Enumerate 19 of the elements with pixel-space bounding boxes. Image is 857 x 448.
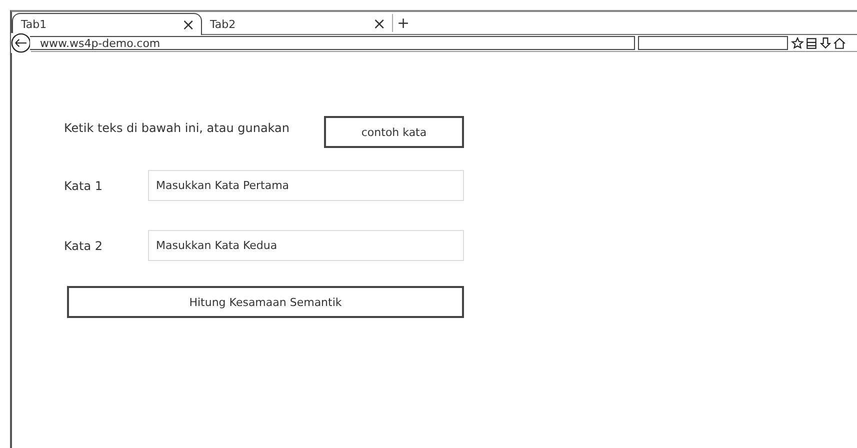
calculate-button[interactable]: Hitung Kesamaan Semantik xyxy=(67,286,464,318)
browser-tab[interactable]: Tab1 × xyxy=(12,13,202,35)
close-icon[interactable]: × xyxy=(372,16,386,32)
address-field[interactable]: www.ws4p-demo.com xyxy=(30,36,635,50)
star-icon[interactable] xyxy=(791,36,804,50)
back-icon[interactable] xyxy=(11,33,31,53)
browser-tab[interactable]: Tab2 × xyxy=(202,14,392,34)
bookmarks-icon[interactable] xyxy=(805,36,818,50)
download-icon[interactable] xyxy=(819,36,832,50)
word-input-field[interactable]: Masukkan Kata Pertama xyxy=(148,170,464,201)
search-field[interactable] xyxy=(638,36,788,50)
field-label: Kata 1 xyxy=(64,178,104,192)
field-label: Kata 2 xyxy=(64,238,104,252)
home-icon[interactable] xyxy=(833,36,846,50)
instruction-text: Ketik teks di bawah ini, atau gunakan xyxy=(64,121,290,135)
new-tab-button[interactable]: + xyxy=(392,14,414,32)
word-input-field[interactable]: Masukkan Kata Kedua xyxy=(148,230,464,261)
example-words-button[interactable]: contoh kata xyxy=(324,116,464,148)
close-icon[interactable]: × xyxy=(182,16,195,32)
